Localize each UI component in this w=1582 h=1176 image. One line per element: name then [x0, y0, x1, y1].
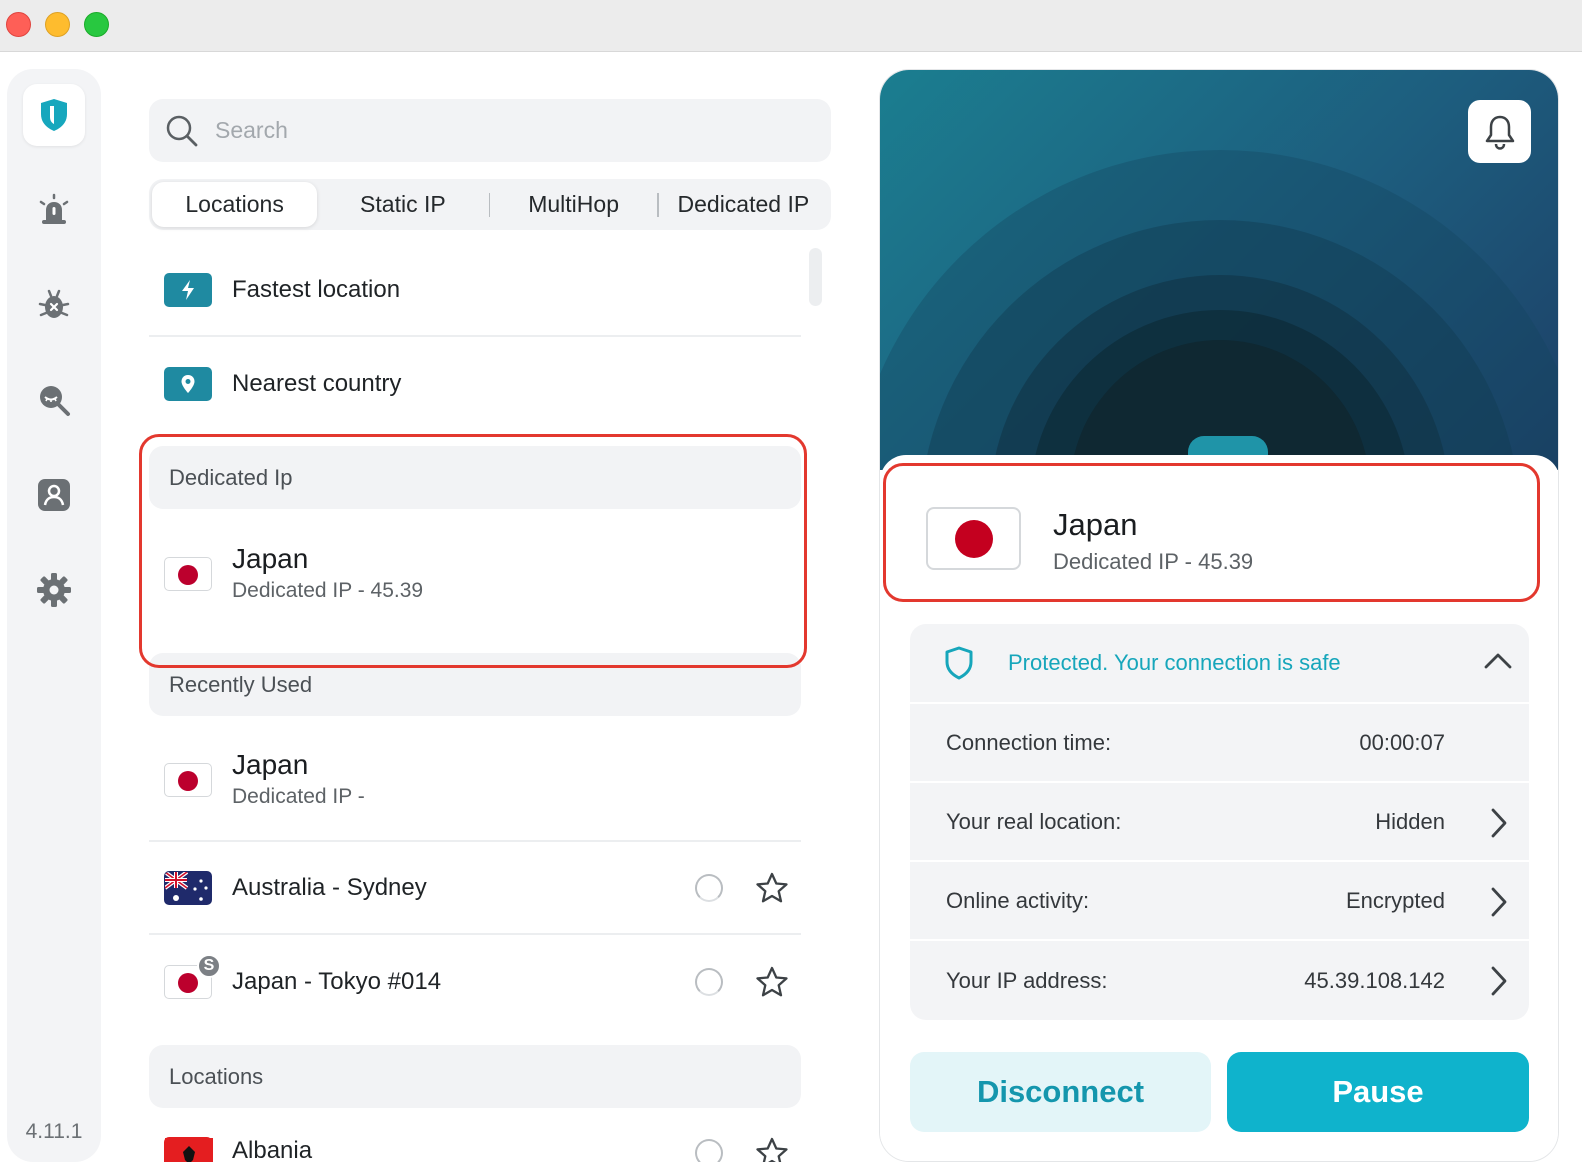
account-icon — [38, 479, 70, 511]
connection-panel: Japan Dedicated IP - 45.39 Protected. Yo… — [879, 69, 1559, 1162]
location-name: Japan — [232, 749, 309, 780]
search-input[interactable] — [215, 117, 775, 144]
section-header-locations: Locations — [149, 1045, 801, 1108]
chevron-right-icon — [1491, 966, 1507, 996]
location-name: Albania — [232, 1137, 313, 1162]
recent-japan-tokyo-row[interactable]: S Japan - Tokyo #014 — [149, 935, 801, 1028]
favorite-star-icon[interactable] — [755, 966, 789, 998]
chevron-right-icon — [1491, 887, 1507, 917]
tab-static-ip[interactable]: Static IP — [317, 182, 488, 227]
alarm-icon — [39, 193, 69, 224]
info-label: Your IP address: — [946, 967, 1108, 993]
sidebar-item-vpn[interactable] — [23, 84, 85, 146]
tab-dedicated-ip[interactable]: Dedicated IP — [659, 182, 828, 227]
location-albania-row[interactable]: Albania — [149, 1123, 801, 1162]
info-value: 45.39.108.142 — [1304, 967, 1445, 993]
window-titlebar — [0, 0, 1582, 52]
protection-status-header[interactable]: Protected. Your connection is safe — [910, 624, 1529, 704]
real-location-row[interactable]: Your real location: Hidden — [910, 783, 1529, 862]
settings-gear-icon — [37, 573, 71, 607]
australia-flag-icon — [164, 870, 212, 905]
nearest-country-row[interactable]: Nearest country — [149, 337, 801, 430]
bug-blocker-icon — [38, 289, 70, 318]
sidebar-item-account[interactable] — [23, 464, 85, 526]
server-load-indicator — [695, 967, 723, 996]
location-tabs: Locations Static IP MultiHop Dedicated I… — [149, 179, 831, 230]
list-scrollbar[interactable] — [809, 248, 822, 306]
disconnect-button[interactable]: Disconnect — [910, 1052, 1211, 1132]
notifications-button[interactable] — [1468, 100, 1531, 163]
chevron-right-icon — [1491, 808, 1507, 838]
nearest-country-label: Nearest country — [232, 369, 402, 397]
info-value: Encrypted — [1345, 887, 1445, 913]
bell-icon — [1485, 115, 1514, 150]
search-icon — [166, 115, 198, 146]
info-label: Your real location: — [946, 808, 1122, 834]
japan-flag-icon: S — [164, 953, 221, 999]
location-name: Japan - Tokyo #014 — [232, 967, 442, 995]
info-label: Connection time: — [946, 729, 1112, 755]
fastest-location-row[interactable]: Fastest location — [149, 245, 801, 337]
recent-japan-dedicated-row[interactable]: Japan Dedicated IP - — [149, 731, 801, 842]
highlight-annotation — [883, 463, 1540, 602]
search-bar[interactable] — [149, 99, 831, 162]
ip-address-row[interactable]: Your IP address: 45.39.108.142 — [910, 941, 1529, 1020]
static-ip-badge: S — [197, 953, 221, 978]
app-version: 4.11.1 — [25, 1120, 83, 1143]
connection-visual — [880, 70, 1558, 470]
info-value: 00:00:07 — [1359, 729, 1445, 755]
search-privacy-icon — [40, 386, 70, 416]
sidebar-item-alerts[interactable] — [23, 179, 85, 241]
shield-outline-icon — [945, 646, 973, 680]
location-detail: Dedicated IP - — [232, 785, 365, 808]
protection-status-text: Protected. Your connection is safe — [1008, 650, 1341, 675]
zoom-window-button[interactable] — [84, 12, 109, 37]
minimize-window-button[interactable] — [45, 12, 70, 37]
location-list: Fastest location Nearest country Dedicat… — [149, 245, 801, 1162]
recent-australia-sydney-row[interactable]: Australia - Sydney — [149, 842, 801, 935]
pause-button[interactable]: Pause — [1227, 1052, 1529, 1132]
highlight-annotation — [139, 434, 807, 668]
location-name: Australia - Sydney — [232, 873, 427, 901]
tab-locations[interactable]: Locations — [152, 182, 318, 227]
sidebar-item-privacy-scan[interactable] — [23, 369, 85, 431]
lightning-icon — [164, 273, 212, 307]
sidebar-rail: 4.11.1 — [7, 69, 101, 1162]
tab-multihop[interactable]: MultiHop — [490, 182, 656, 227]
albania-flag-icon — [164, 1137, 213, 1162]
close-window-button[interactable] — [6, 12, 31, 37]
info-value: Hidden — [1375, 808, 1445, 834]
location-pin-icon — [164, 366, 212, 401]
connection-info-panel: Protected. Your connection is safe Conne… — [910, 624, 1529, 1020]
online-activity-row[interactable]: Online activity: Encrypted — [910, 862, 1529, 941]
fastest-location-label: Fastest location — [232, 276, 401, 303]
server-load-indicator — [695, 873, 723, 902]
favorite-star-icon[interactable] — [755, 872, 789, 904]
sidebar-item-threat-manager[interactable] — [23, 274, 85, 336]
server-load-indicator — [695, 1139, 723, 1162]
sidebar-item-settings[interactable] — [23, 559, 85, 621]
connection-time-row: Connection time: 00:00:07 — [910, 704, 1529, 783]
shield-logo-icon — [41, 99, 67, 131]
info-label: Online activity: — [946, 887, 1090, 913]
japan-flag-icon — [164, 763, 212, 797]
favorite-star-icon[interactable] — [755, 1137, 789, 1162]
chevron-up-icon[interactable] — [1483, 650, 1513, 670]
